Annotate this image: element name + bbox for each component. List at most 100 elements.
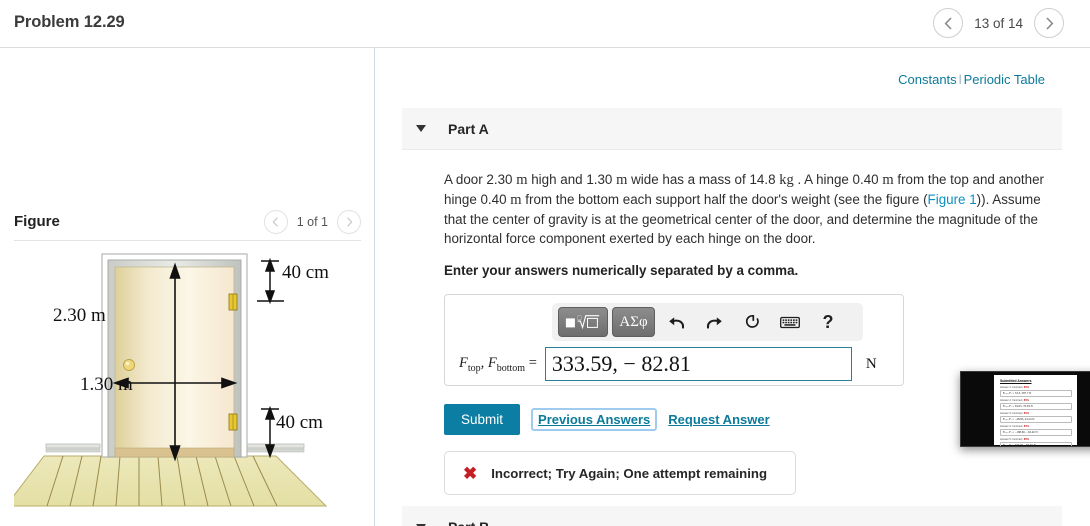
prompt-unit-1: m <box>516 172 528 188</box>
keyboard-glyph <box>780 316 800 328</box>
request-answer-button[interactable]: Request Answer <box>668 412 769 427</box>
top-hinge-icon <box>228 293 238 311</box>
keyboard-icon[interactable] <box>773 307 807 337</box>
doorknob-highlight <box>125 361 130 366</box>
prompt-seg-3: wide has a mass of 14.8 <box>627 172 780 187</box>
previous-answers-page: Submitted Answers Answer 1: Incorrect; 8… <box>994 375 1077 446</box>
previous-answer-value: Fₜₒₚ, Fₑ = −48.83, 43.24 N <box>1000 415 1072 423</box>
prompt-unit-2: m <box>616 172 628 188</box>
label-f-bottom: F <box>487 354 497 371</box>
answer-instruction: Enter your answers numerically separated… <box>444 263 799 278</box>
figure-title: Figure <box>14 213 60 230</box>
previous-answer-value: Fₜₒₚ, Fₑ = 63.05, 70.93 N <box>1000 402 1072 410</box>
bottom-hinge-label: 40 cm <box>276 412 323 433</box>
problem-pager: 13 of 14 <box>933 8 1064 38</box>
undo-arrow-icon[interactable] <box>659 307 693 337</box>
prompt-unit-4: m <box>882 172 894 188</box>
prompt-seg-1: A door 2.30 <box>444 172 517 187</box>
prev-problem-button[interactable] <box>933 8 964 38</box>
reset-glyph <box>745 314 759 328</box>
figure-pager: 1 of 1 <box>263 209 361 234</box>
previous-answer-row: Answer 5: Incorrect; 80% Fₜₒₚ, Fₑ = 333.5… <box>1000 437 1072 446</box>
previous-answer-score: 80% <box>1023 424 1029 428</box>
answer-variable-label: Ftop, Fbottom = <box>459 355 537 374</box>
figure-next-button[interactable] <box>337 209 361 234</box>
page-title: Problem 12.29 <box>14 13 125 31</box>
svg-text:□: □ <box>578 314 582 321</box>
door-diagram[interactable]: 2.30 m 1.30 m 40 cm 40 cm <box>4 248 361 518</box>
doorknob-icon <box>123 359 135 371</box>
resource-links: Constants l Periodic Table <box>898 72 1045 87</box>
previous-answer-row: Answer 3: Incorrect; 80% Fₜₒₚ, Fₑ = −48.8… <box>1000 412 1072 423</box>
previous-answer-meta: Answer 4: Incorrect; 80% <box>1000 424 1029 428</box>
feedback-banner: ✖ Incorrect; Try Again; One attempt rema… <box>444 451 796 495</box>
previous-answer-row: Answer 2: Incorrect; 80% Fₜₒₚ, Fₑ = 63.05… <box>1000 399 1072 410</box>
chevron-left-icon <box>944 16 952 30</box>
width-label: 1.30 m <box>80 374 133 395</box>
previous-answers-title: Submitted Answers <box>1000 379 1032 383</box>
label-equals: = <box>525 354 537 371</box>
figure-1-link[interactable]: Figure 1 <box>928 192 977 207</box>
redo-arrow-icon[interactable] <box>697 307 731 337</box>
answer-input[interactable] <box>544 347 852 381</box>
prompt-seg-2: high and 1.30 <box>527 172 617 187</box>
figure-prev-button[interactable] <box>263 209 288 234</box>
previous-answer-row: Answer 4: Incorrect; 80% Fₜₒₚ, Fₑ = −168.… <box>1000 425 1072 436</box>
submit-button[interactable]: Submit <box>444 404 521 435</box>
previous-answer-value: Fₜₒₚ, Fₑ = 333.59, −82.81 N <box>1000 441 1072 446</box>
part-b-header[interactable]: Part B <box>402 506 1062 526</box>
feedback-text: Incorrect; Try Again; One attempt remain… <box>491 465 768 481</box>
previous-answer-meta: Answer 3: Incorrect; 80% <box>1000 411 1029 415</box>
links-separator: l <box>958 72 962 87</box>
previous-answer-meta: Answer 5: Incorrect; 80% <box>1000 437 1029 441</box>
math-toolbar: □ ΑΣφ ? <box>552 303 863 341</box>
previous-answer-score: 80% <box>1023 386 1029 389</box>
triangle-down-icon[interactable] <box>416 125 426 132</box>
reset-circular-arrow-icon[interactable] <box>735 307 769 337</box>
bottom-hinge-icon <box>228 413 238 431</box>
undo-glyph <box>668 316 684 329</box>
constants-link[interactable]: Constants <box>898 72 957 87</box>
figure-panel: Figure 1 of 1 2.30 m 1.30 m 40 cm 40 cm <box>0 48 375 526</box>
content-panel: Constants l Periodic Table Part A A door 2… <box>376 48 1090 526</box>
previous-answer-row: Answer 1: Incorrect; 80% Fₜₒₚ, Fₑ = 53.3,… <box>1000 386 1072 397</box>
label-sub-top: top <box>467 362 481 374</box>
prompt-unit-3: kg <box>779 172 794 188</box>
problem-statement: A door 2.30 m high and 1.30 m wide has a… <box>444 170 1057 248</box>
previous-answer-score: 80% <box>1023 437 1029 441</box>
next-problem-button[interactable] <box>1034 8 1064 38</box>
figure-header: Figure 1 of 1 <box>14 203 361 241</box>
top-bar: Problem 12.29 13 of 14 <box>0 0 1090 48</box>
prompt-seg-4: . A hinge 0.40 <box>793 172 883 187</box>
part-a-header[interactable]: Part A <box>402 108 1062 150</box>
answer-row: Ftop, Fbottom = N <box>459 347 877 381</box>
previous-answers-list: Answer 1: Incorrect; 80% Fₜₒₚ, Fₑ = 53.3,… <box>1000 386 1072 446</box>
chevron-right-icon <box>346 216 353 227</box>
periodic-table-link[interactable]: Periodic Table <box>964 72 1045 87</box>
previous-answers-popup[interactable]: Submitted Answers Answer 1: Incorrect; 8… <box>960 371 1090 447</box>
label-comma: , <box>480 354 488 371</box>
prompt-seg-6: from the bottom each support half the do… <box>521 192 928 207</box>
help-icon[interactable]: ? <box>811 307 845 337</box>
answer-entry-box: □ ΑΣφ ? Ftop, Fbottom = 333.59, − 82.81 … <box>444 294 904 386</box>
math-template-icon[interactable]: □ <box>558 307 608 337</box>
part-a-label: Part A <box>448 120 489 137</box>
previous-answer-value: Fₜₒₚ, Fₑ = 53.3, 287.7 N <box>1000 389 1072 397</box>
chevron-left-icon <box>272 216 279 227</box>
previous-answer-meta: Answer 2: Incorrect; 80% <box>1000 398 1029 402</box>
figure-pager-label: 1 of 1 <box>296 214 328 229</box>
chevron-right-icon <box>1045 16 1053 30</box>
previous-answer-value: Fₜₒₚ, Fₑ = −168.66, −63.40 N <box>1000 428 1072 436</box>
greek-symbols-button[interactable]: ΑΣφ <box>612 307 655 337</box>
top-hinge-label: 40 cm <box>282 262 329 283</box>
redo-glyph <box>706 316 722 329</box>
template-glyph: □ <box>565 314 600 330</box>
label-f-top: F <box>459 354 468 371</box>
part-b-label: Part B <box>448 519 489 526</box>
prompt-unit-5: m <box>510 192 522 208</box>
previous-answers-button[interactable]: Previous Answers <box>531 408 658 431</box>
problem-pager-label: 13 of 14 <box>974 15 1023 31</box>
previous-answer-score: 80% <box>1023 411 1029 415</box>
previous-answer-score: 80% <box>1023 398 1029 402</box>
previous-answer-meta: Answer 1: Incorrect; 80% <box>1000 386 1029 389</box>
